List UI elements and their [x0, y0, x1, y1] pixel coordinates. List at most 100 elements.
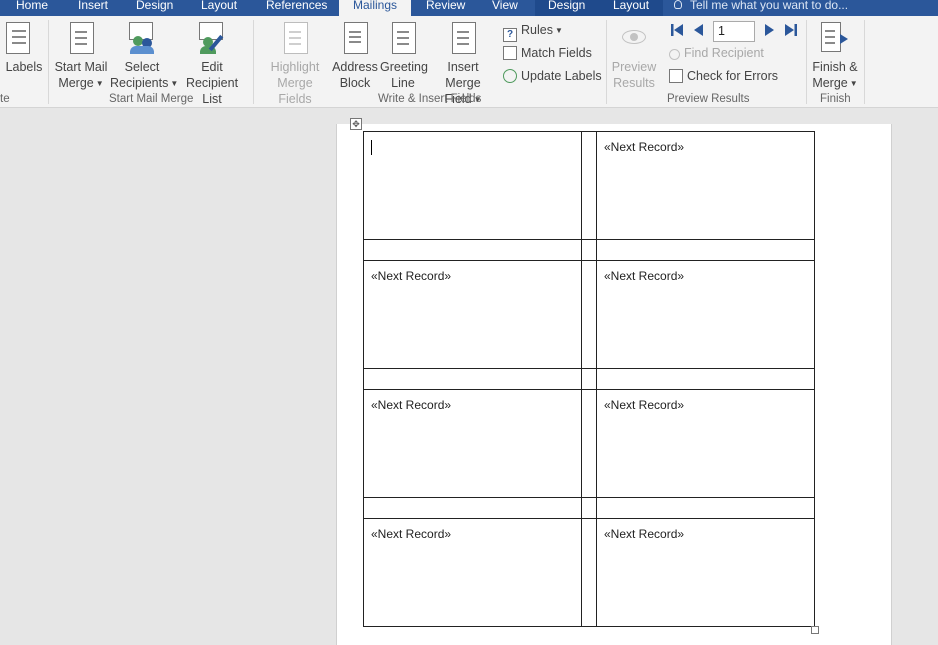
record-number-input[interactable]: 1 [713, 21, 755, 42]
labels-button[interactable]: Labels [4, 22, 44, 75]
group-separator [253, 20, 254, 104]
check-for-errors-label: Check for Errors [687, 69, 778, 83]
group-separator [606, 20, 607, 104]
group-separator [48, 20, 49, 104]
label-cell[interactable]: «Next Record» [596, 389, 815, 498]
highlight-merge-fields-button[interactable]: Highlight Merge Fields [259, 22, 331, 107]
greeting-line-button[interactable]: Greeting Line [380, 22, 428, 91]
spacer-cell[interactable] [581, 389, 597, 498]
select-recipients-label-1: Select [124, 60, 160, 74]
finish-merge-icon [818, 22, 852, 56]
group-start-mail-merge-label: Start Mail Merge [109, 93, 194, 105]
greeting-line-label-1: Greeting [380, 60, 428, 74]
finish-merge-label-1: Finish & [812, 60, 858, 74]
labels-button-label: Labels [5, 60, 43, 74]
dropdown-arrow-icon: ▼ [554, 26, 563, 35]
label-cell[interactable]: «Next Record» [596, 518, 815, 627]
next-record-icon[interactable] [761, 22, 777, 38]
label-cell[interactable]: «Next Record» [363, 260, 582, 369]
label-cell[interactable] [363, 131, 582, 240]
address-block-icon [340, 22, 370, 56]
tell-me-placeholder: Tell me what you want to do... [690, 0, 849, 12]
update-labels-button[interactable]: Update Labels [503, 67, 602, 85]
start-mail-merge-button[interactable]: Start Mail Merge ▼ [53, 22, 109, 92]
gap-cell[interactable] [581, 368, 597, 390]
spacer-cell[interactable] [581, 518, 597, 627]
spacer-cell[interactable] [581, 131, 597, 240]
tab-mailings[interactable]: Mailings [339, 0, 412, 16]
label-cell[interactable]: «Next Record» [596, 131, 815, 240]
gap-cell[interactable] [581, 239, 597, 261]
table-move-handle-icon[interactable]: ✥ [350, 118, 362, 130]
gap-cell[interactable] [596, 239, 815, 261]
match-fields-label: Match Fields [521, 46, 592, 60]
gap-cell[interactable] [363, 239, 582, 261]
table-row [363, 368, 815, 390]
preview-results-button[interactable]: Preview Results [610, 22, 658, 91]
tab-table-layout[interactable]: Layout [613, 0, 649, 16]
edit-recipient-list-icon [197, 22, 227, 56]
finish-merge-label-2: Merge [812, 76, 848, 90]
first-record-icon[interactable] [669, 22, 685, 38]
magnifier-icon [669, 49, 680, 60]
label-cell[interactable]: «Next Record» [363, 389, 582, 498]
check-for-errors-button[interactable]: Check for Errors [669, 67, 778, 85]
spacer-cell[interactable] [581, 260, 597, 369]
insert-merge-field-label-1: Insert Merge [445, 60, 481, 90]
gap-cell[interactable] [596, 368, 815, 390]
greeting-line-icon [388, 22, 418, 56]
tab-view[interactable]: View [492, 0, 518, 16]
preview-results-label-2: Results [613, 76, 655, 90]
highlight-label-1: Highlight [270, 60, 320, 74]
gap-cell[interactable] [581, 497, 597, 519]
select-recipients-label-2: Recipients [110, 76, 169, 90]
preview-results-icon [619, 22, 649, 56]
tab-references[interactable]: References [266, 0, 327, 16]
highlight-label-2: Merge Fields [277, 76, 313, 106]
address-block-label-2: Block [339, 76, 371, 90]
check-errors-icon [669, 69, 683, 83]
match-fields-button[interactable]: Match Fields [503, 44, 592, 62]
select-recipients-icon [127, 22, 157, 56]
table-row: «Next Record» «Next Record» [363, 518, 815, 627]
group-preview-results-label: Preview Results [667, 93, 750, 105]
tab-design[interactable]: Design [136, 0, 173, 16]
group-create-label: te [0, 93, 10, 105]
find-recipient-button[interactable]: Find Recipient [669, 44, 764, 62]
label-cell[interactable]: «Next Record» [596, 260, 815, 369]
table-resize-handle[interactable] [811, 626, 819, 634]
address-block-label-1: Address [332, 60, 378, 74]
tab-table-design[interactable]: Design [548, 0, 585, 16]
preview-results-label-1: Preview [611, 60, 657, 74]
match-fields-icon [503, 46, 517, 60]
labels-icon [6, 22, 36, 56]
table-row: «Next Record» «Next Record» [363, 389, 815, 498]
table-row: «Next Record» «Next Record» [363, 260, 815, 369]
group-finish-label: Finish [820, 93, 851, 105]
dropdown-arrow-icon: ▼ [95, 79, 104, 88]
label-cell[interactable]: «Next Record» [363, 518, 582, 627]
tab-layout[interactable]: Layout [201, 0, 237, 16]
table-row [363, 497, 815, 519]
last-record-icon[interactable] [783, 22, 799, 38]
address-block-button[interactable]: Address Block [332, 22, 378, 91]
gap-cell[interactable] [596, 497, 815, 519]
edit-recipient-list-label-1: Edit [201, 60, 223, 74]
gap-cell[interactable] [363, 368, 582, 390]
group-write-insert-label: Write & Insert Fields [378, 93, 482, 105]
tab-review[interactable]: Review [426, 0, 465, 16]
tell-me-box[interactable]: Tell me what you want to do... [674, 0, 848, 16]
table-row [363, 239, 815, 261]
gap-cell[interactable] [363, 497, 582, 519]
tab-home[interactable]: Home [16, 0, 48, 16]
tab-insert[interactable]: Insert [78, 0, 108, 16]
lightbulb-icon [674, 0, 682, 9]
labels-table: «Next Record» «Next Record» «Next Record… [363, 131, 815, 627]
rules-button[interactable]: ? Rules ▼ [503, 21, 563, 42]
highlight-fields-icon [280, 22, 310, 56]
previous-record-icon[interactable] [691, 22, 707, 38]
select-recipients-button[interactable]: Select Recipients ▼ [110, 22, 178, 92]
finish-merge-button[interactable]: Finish & Merge ▼ [810, 22, 860, 92]
group-separator [806, 20, 807, 104]
group-separator [864, 20, 865, 104]
